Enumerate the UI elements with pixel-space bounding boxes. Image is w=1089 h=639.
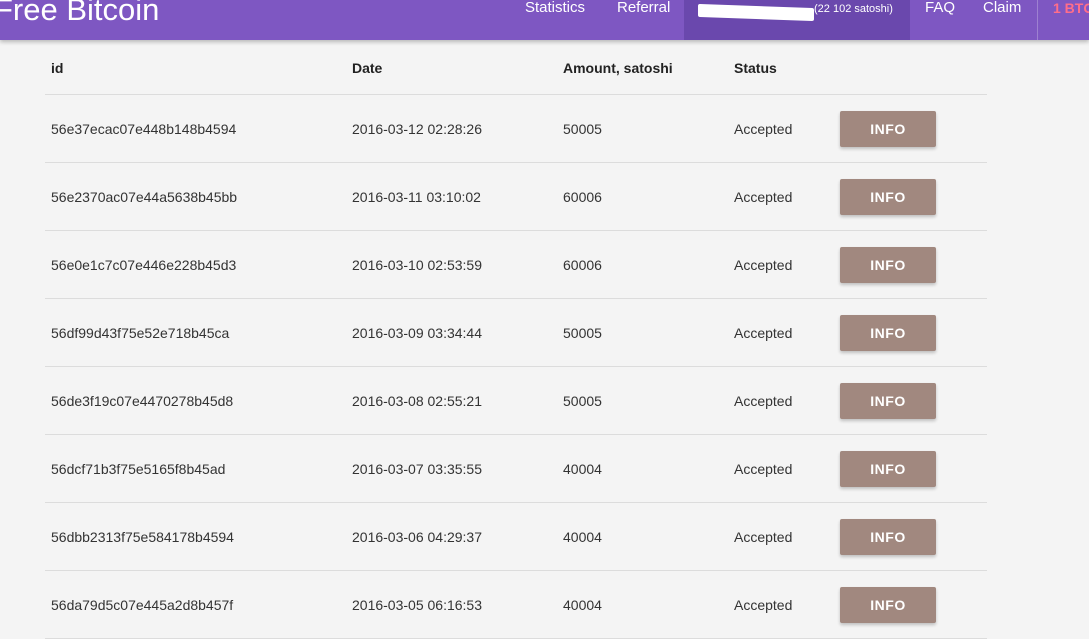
cell-status: Accepted bbox=[734, 392, 793, 409]
nav-claim[interactable]: Claim bbox=[983, 0, 1021, 40]
info-button[interactable]: INFO bbox=[840, 518, 936, 555]
cell-status: Accepted bbox=[734, 460, 793, 477]
table-header-row: id Date Amount, satoshi Status bbox=[45, 40, 987, 95]
cell-date: 2016-03-10 02:53:59 bbox=[352, 256, 482, 273]
cell-date: 2016-03-06 04:29:37 bbox=[352, 528, 482, 545]
cell-status: Accepted bbox=[734, 188, 793, 205]
info-button[interactable]: INFO bbox=[840, 246, 936, 283]
cell-id: 56de3f19c07e4470278b45d8 bbox=[51, 392, 234, 409]
nav-statistics[interactable]: Statistics bbox=[525, 0, 585, 40]
table-body: 56e37ecac07e448b148b4594 2016-03-12 02:28… bbox=[45, 95, 987, 639]
nav-faq-label: FAQ bbox=[925, 0, 956, 16]
cell-id: 56dbb2313f75e584178b4594 bbox=[51, 528, 234, 545]
brand-title[interactable]: Free Bitcoin bbox=[0, 0, 159, 32]
redacted-account-name bbox=[698, 3, 814, 22]
table-row: 56e37ecac07e448b148b4594 2016-03-12 02:28… bbox=[45, 95, 987, 163]
cell-id: 56da79d5c07e445a2d8b457f bbox=[51, 596, 234, 613]
cell-amount: 40004 bbox=[563, 596, 602, 613]
table-row: 56e0e1c7c07e446e228b45d3 2016-03-10 02:53… bbox=[45, 231, 987, 299]
info-button[interactable]: INFO bbox=[840, 314, 936, 351]
cell-action: INFO bbox=[840, 435, 936, 502]
nav-btc-rate[interactable]: 1 BTC bbox=[1053, 0, 1089, 40]
cell-amount: 40004 bbox=[563, 460, 602, 477]
account-balance: (22 102 satoshi) bbox=[814, 3, 893, 15]
cell-date: 2016-03-07 03:35:55 bbox=[352, 460, 482, 477]
cell-status: Accepted bbox=[734, 120, 793, 137]
header-id: id bbox=[51, 60, 64, 76]
cell-date: 2016-03-12 02:28:26 bbox=[352, 120, 482, 137]
table-row: 56da79d5c07e445a2d8b457f 2016-03-05 06:16… bbox=[45, 571, 987, 639]
cell-action: INFO bbox=[840, 95, 936, 162]
cell-action: INFO bbox=[840, 367, 936, 434]
nav-faq[interactable]: FAQ bbox=[925, 0, 955, 40]
cell-id: 56dcf71b3f75e5165f8b45ad bbox=[51, 460, 226, 477]
table-row: 56de3f19c07e4470278b45d8 2016-03-08 02:55… bbox=[45, 367, 987, 435]
cell-id: 56e2370ac07e44a5638b45bb bbox=[51, 188, 238, 205]
nav-divider bbox=[1037, 0, 1038, 40]
cell-amount: 40004 bbox=[563, 528, 602, 545]
nav-claim-label: Claim bbox=[983, 0, 1022, 16]
cell-amount: 50005 bbox=[563, 324, 602, 341]
cell-action: INFO bbox=[840, 571, 936, 638]
nav-statistics-label: Statistics bbox=[525, 0, 586, 16]
cell-id: 56e37ecac07e448b148b4594 bbox=[51, 120, 237, 137]
info-button[interactable]: INFO bbox=[840, 110, 936, 147]
cell-amount: 60006 bbox=[563, 188, 602, 205]
info-button[interactable]: INFO bbox=[840, 450, 936, 487]
table-row: 56dbb2313f75e584178b4594 2016-03-06 04:29… bbox=[45, 503, 987, 571]
cell-status: Accepted bbox=[734, 596, 793, 613]
cell-id: 56e0e1c7c07e446e228b45d3 bbox=[51, 256, 237, 273]
cell-amount: 50005 bbox=[563, 120, 602, 137]
top-navbar: Free Bitcoin Statistics Referral (22 102… bbox=[0, 0, 1089, 40]
cell-date: 2016-03-05 06:16:53 bbox=[352, 596, 482, 613]
header-amount: Amount, satoshi bbox=[563, 60, 673, 76]
cell-date: 2016-03-11 03:10:02 bbox=[352, 188, 481, 205]
cell-status: Accepted bbox=[734, 528, 793, 545]
cell-date: 2016-03-08 02:55:21 bbox=[352, 392, 482, 409]
cell-date: 2016-03-09 03:34:44 bbox=[352, 324, 482, 341]
cell-status: Accepted bbox=[734, 256, 793, 273]
header-status: Status bbox=[734, 60, 777, 76]
cell-action: INFO bbox=[840, 503, 936, 570]
info-button[interactable]: INFO bbox=[840, 178, 936, 215]
cell-status: Accepted bbox=[734, 324, 793, 341]
nav-referral-label: Referral bbox=[617, 0, 671, 16]
nav-btc-rate-label: 1 BTC bbox=[1053, 0, 1089, 16]
info-button[interactable]: INFO bbox=[840, 382, 936, 419]
cell-action: INFO bbox=[840, 299, 936, 366]
payouts-table: id Date Amount, satoshi Status 56e37ecac… bbox=[45, 40, 987, 639]
nav-account[interactable]: (22 102 satoshi) bbox=[684, 0, 910, 40]
table-row: 56df99d43f75e52e718b45ca 2016-03-09 03:34… bbox=[45, 299, 987, 367]
table-row: 56e2370ac07e44a5638b45bb 2016-03-11 03:10… bbox=[45, 163, 987, 231]
table-row: 56dcf71b3f75e5165f8b45ad 2016-03-07 03:35… bbox=[45, 435, 987, 503]
info-button[interactable]: INFO bbox=[840, 586, 936, 623]
cell-amount: 50005 bbox=[563, 392, 602, 409]
cell-id: 56df99d43f75e52e718b45ca bbox=[51, 324, 230, 341]
nav-referral[interactable]: Referral bbox=[617, 0, 670, 40]
cell-action: INFO bbox=[840, 231, 936, 298]
header-date: Date bbox=[352, 60, 383, 76]
cell-action: INFO bbox=[840, 163, 936, 230]
cell-amount: 60006 bbox=[563, 256, 602, 273]
